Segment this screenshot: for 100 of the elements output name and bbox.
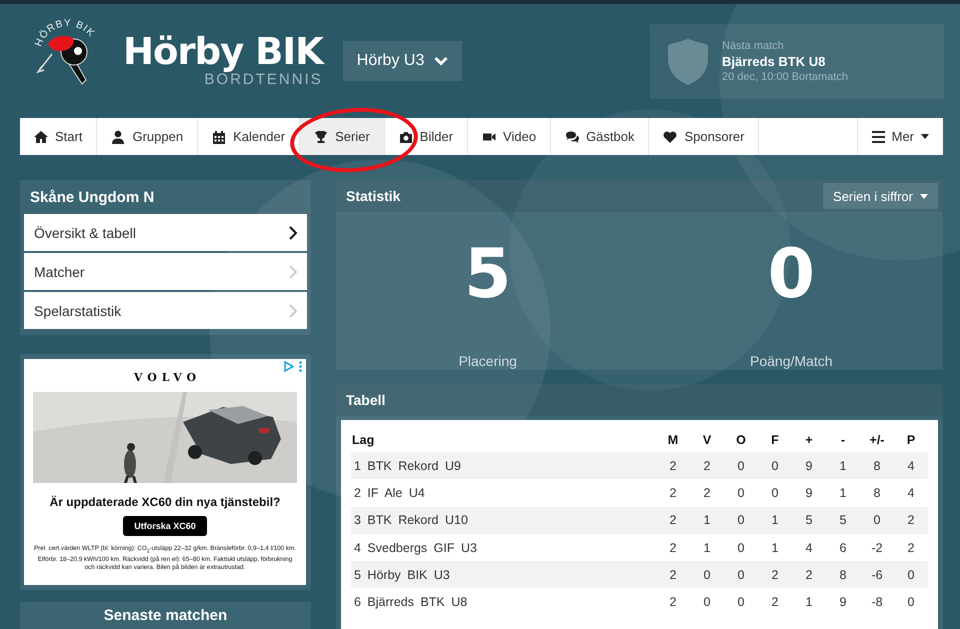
opponent-name: Bjärreds BTK U8 — [722, 54, 826, 69]
column-header: F — [758, 428, 792, 452]
column-header: + — [792, 428, 826, 452]
table-cell: 0 — [738, 458, 744, 473]
nav-tab[interactable]: Gästbok — [551, 118, 650, 155]
table-cell: 1 — [704, 513, 710, 528]
table-cell: -2 — [871, 540, 883, 555]
table-cell: 0 — [738, 486, 744, 500]
team-name: 5 Hörby BIK U3 — [354, 568, 450, 582]
table-cell: 0 — [874, 513, 880, 528]
next-match-label: Nästa match — [722, 40, 785, 52]
calendar-icon — [212, 130, 226, 144]
nav-tab[interactable]: Sponsorer — [649, 118, 760, 155]
nav-tab[interactable]: Start — [20, 118, 98, 155]
table-cell: 0 — [738, 595, 744, 610]
table-cell: 1 — [840, 458, 846, 473]
table-cell: 0 — [738, 540, 744, 555]
stat-value: 0 — [768, 240, 815, 310]
stat-value: 5 — [464, 240, 512, 310]
table-cell: 2 — [670, 595, 676, 610]
table-cell: 0 — [772, 458, 778, 473]
table-cell: 0 — [908, 568, 914, 582]
column-header: - — [826, 428, 860, 452]
trophy-icon — [314, 130, 328, 144]
table-cell: 5 — [840, 513, 846, 528]
section-title: Skåne Ungdom N — [29, 188, 156, 208]
table-cell: 0 — [738, 568, 744, 582]
menu-icon — [872, 130, 885, 142]
table-cell: 5 — [806, 513, 812, 528]
panel-title: Statistik — [346, 188, 400, 204]
table-cell: 6 — [840, 540, 846, 555]
site-title: Hörby BIK — [123, 32, 323, 72]
nav-tab[interactable]: Video — [468, 118, 552, 155]
column-header: Lag — [351, 428, 656, 452]
series-dropdown[interactable]: Serien i siffror — [823, 183, 938, 209]
team-name: 1 BTK Rekord U9 — [354, 458, 461, 473]
match-time: 20 dec, 10:00 Bortamatch — [722, 71, 848, 83]
column-header: +/- — [860, 428, 894, 452]
table-cell: 2 — [704, 486, 710, 500]
table-cell: 8 — [840, 568, 846, 582]
table-cell: -6 — [871, 568, 883, 582]
table-cell: 9 — [840, 595, 846, 610]
column-header: O — [724, 428, 758, 452]
column-header: P — [894, 428, 928, 452]
table-cell: 8 — [874, 458, 880, 473]
explore-button[interactable]: Utforska XC60 — [123, 516, 207, 536]
table-cell: 2 — [806, 568, 812, 582]
table-cell: 4 — [908, 486, 914, 500]
user-icon — [111, 130, 126, 144]
caret-icon — [920, 194, 928, 198]
sidebar-item[interactable]: Matcher — [24, 253, 307, 290]
table-cell: 2 — [670, 513, 676, 528]
column-header: V — [690, 428, 724, 452]
team-dropdown[interactable]: Hörby U3 — [342, 41, 462, 81]
table-cell: 2 — [704, 458, 710, 473]
table-cell: 2 — [772, 595, 778, 610]
ad-headline: Är uppdaterade XC60 din nya tjänstebil? — [50, 495, 280, 509]
nav-tab[interactable]: Bilder — [384, 118, 468, 155]
table-cell: 1 — [840, 486, 846, 500]
column-header: M — [656, 428, 690, 452]
table-cell: 0 — [772, 486, 778, 500]
table-cell: 0 — [704, 595, 710, 610]
table-cell: 2 — [670, 568, 676, 582]
team-name: 3 BTK Rekord U10 — [354, 513, 468, 528]
table-cell: 0 — [738, 513, 744, 528]
brand-wordmark: VOLVO — [132, 371, 202, 384]
site-subtitle: BORDTENNIS — [204, 72, 323, 88]
stat-label: Poäng/Match — [750, 353, 832, 369]
next-match-card[interactable]: Nästa match Bjärreds BTK U8 20 dec, 10:00 Bortamatch — [650, 24, 944, 99]
chevron-down-icon — [434, 56, 448, 66]
team-name: 4 Svedbergs GIF U3 — [354, 540, 477, 555]
table-cell: 0 — [908, 595, 914, 610]
sidebar-item[interactable]: Spelarstatistik — [24, 292, 307, 329]
more-dots-icon[interactable] — [299, 361, 302, 372]
chat-bubbles-icon — [565, 130, 580, 144]
more-menu[interactable]: Mer — [856, 118, 943, 155]
table-cell: 2 — [772, 568, 778, 582]
table-cell: 8 — [874, 486, 880, 500]
table-cell: 9 — [806, 458, 812, 473]
table-cell: 4 — [806, 540, 812, 555]
table-cell: 2 — [908, 540, 914, 555]
nav-tab[interactable]: Serier — [300, 118, 385, 155]
table-cell: 4 — [908, 458, 914, 473]
play-triangle-icon[interactable] — [284, 361, 294, 372]
table-cell: 1 — [772, 540, 778, 555]
table-cell: -8 — [871, 595, 883, 610]
stat-label: Placering — [458, 353, 517, 369]
camera-icon — [398, 130, 413, 144]
table-cell: 2 — [670, 486, 676, 500]
table-cell: 2 — [670, 540, 676, 555]
shield-icon — [668, 38, 708, 84]
heart-icon — [663, 130, 678, 144]
caret-icon — [921, 134, 929, 139]
section-title: Senaste matchen — [104, 607, 228, 626]
table-cell: 1 — [772, 513, 778, 528]
table-cell: 2 — [908, 513, 914, 528]
panel-title: Tabell — [346, 392, 386, 408]
home-icon — [34, 130, 48, 144]
sidebar-item[interactable]: Översikt & tabell — [24, 214, 307, 251]
nav-tab[interactable]: Gruppen — [97, 118, 198, 155]
